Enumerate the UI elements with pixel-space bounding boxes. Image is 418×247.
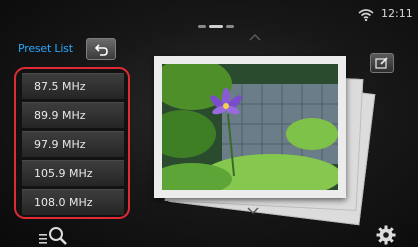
- clock: 12:11: [381, 7, 413, 20]
- back-button[interactable]: [86, 38, 116, 60]
- settings-gear-icon[interactable]: [375, 224, 397, 246]
- preset-item[interactable]: 97.9 MHz: [22, 131, 124, 157]
- edit-button[interactable]: [370, 53, 394, 73]
- lotus-photo: [162, 64, 338, 190]
- preset-item[interactable]: 87.5 MHz: [22, 73, 124, 99]
- chevron-down-icon[interactable]: [247, 207, 259, 215]
- back-arrow-icon: [95, 44, 108, 56]
- album-art: [154, 56, 346, 198]
- preset-list-title: Preset List: [18, 42, 73, 55]
- head-unit-screen: 12:11 Preset List 87.5 MHz 89.9 MHz 97.9…: [0, 0, 418, 247]
- chevron-up-icon[interactable]: [249, 33, 261, 41]
- preset-item[interactable]: 89.9 MHz: [22, 102, 124, 128]
- preset-list: 87.5 MHz 89.9 MHz 97.9 MHz 105.9 MHz 108…: [14, 67, 130, 219]
- edit-icon: [375, 57, 388, 69]
- preset-item[interactable]: 108.0 MHz: [22, 189, 124, 215]
- page-dot-active: [209, 25, 223, 28]
- wifi-icon: [358, 9, 374, 21]
- page-dot: [226, 25, 234, 28]
- page-dot: [198, 25, 206, 28]
- search-list-icon[interactable]: [38, 225, 68, 245]
- page-indicator: [198, 25, 234, 29]
- preset-item[interactable]: 105.9 MHz: [22, 160, 124, 186]
- album-art-stack[interactable]: [150, 56, 376, 226]
